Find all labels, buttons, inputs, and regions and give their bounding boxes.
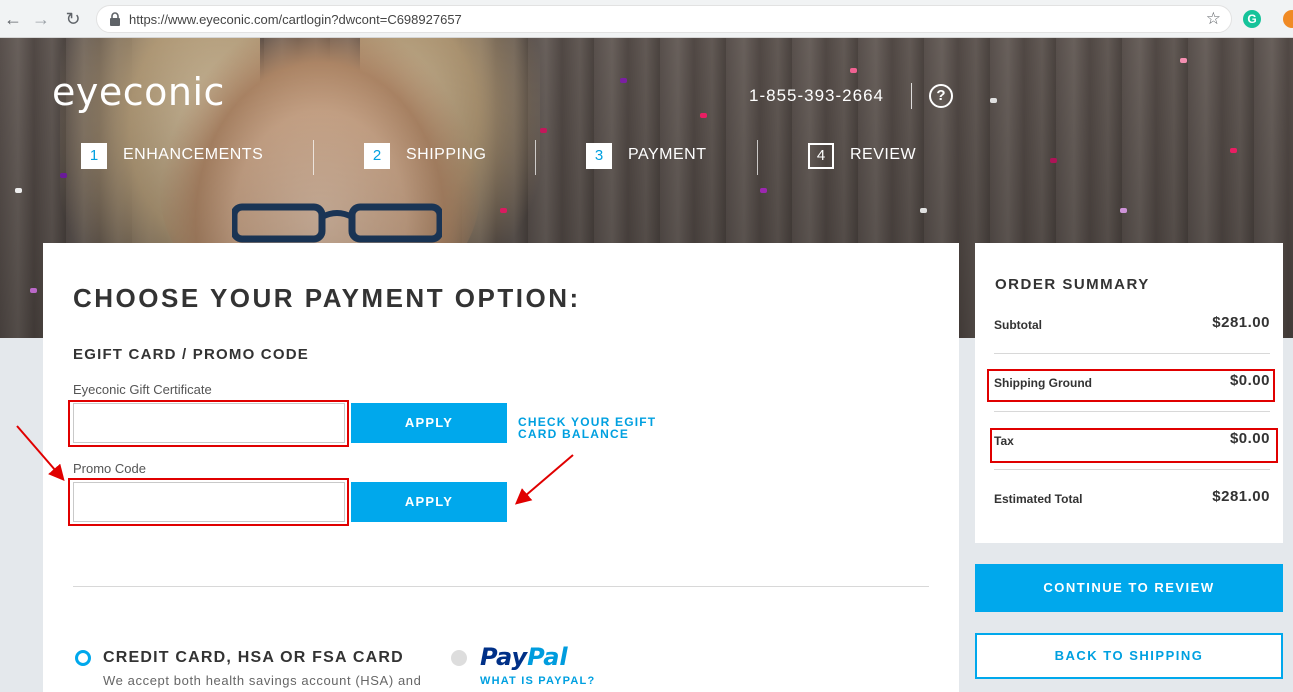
- step-number: 2: [364, 143, 390, 169]
- order-summary: ORDER SUMMARY Subtotal $281.00 Shipping …: [975, 243, 1283, 543]
- back-to-shipping-button[interactable]: BACK TO SHIPPING: [975, 633, 1283, 679]
- payment-panel: CHOOSE YOUR PAYMENT OPTION: EGIFT CARD /…: [43, 243, 959, 692]
- promo-code-label: Promo Code: [73, 461, 146, 476]
- browser-toolbar: ← → ↻ https://www.eyeconic.com/cartlogin…: [0, 0, 1293, 38]
- promo-code-input[interactable]: [73, 482, 345, 522]
- apply-promo-button[interactable]: APPLY: [351, 482, 507, 522]
- credit-card-option-label[interactable]: CREDIT CARD, HSA OR FSA CARD: [103, 649, 404, 667]
- reload-icon[interactable]: ↻: [62, 8, 84, 30]
- arrow-right-icon[interactable]: →: [30, 8, 52, 30]
- page-title: CHOOSE YOUR PAYMENT OPTION:: [73, 283, 581, 313]
- order-summary-title: ORDER SUMMARY: [995, 276, 1150, 293]
- phone-number[interactable]: 1-855-393-2664: [749, 86, 884, 106]
- eyeconic-logo[interactable]: eyeconic: [52, 70, 225, 114]
- paypal-radio[interactable]: [451, 650, 467, 666]
- lock-icon: [110, 12, 120, 26]
- credit-card-radio[interactable]: [75, 650, 91, 666]
- help-icon[interactable]: ?: [929, 84, 953, 108]
- step-number: 3: [586, 143, 612, 169]
- step-label: REVIEW: [850, 146, 917, 163]
- gift-certificate-label: Eyeconic Gift Certificate: [73, 382, 212, 397]
- paypal-logo[interactable]: PayPal: [480, 643, 568, 671]
- check-egift-balance-link[interactable]: CHECK YOUR EGIFT CARD BALANCE: [518, 416, 688, 440]
- step-number: 1: [81, 143, 107, 169]
- step-label: PAYMENT: [628, 146, 707, 163]
- gift-certificate-input[interactable]: [73, 403, 345, 443]
- step-number: 4: [808, 143, 834, 169]
- apply-gift-button[interactable]: APPLY: [351, 403, 507, 443]
- step-label: ENHANCEMENTS: [123, 146, 264, 163]
- grammarly-extension-icon[interactable]: G: [1243, 10, 1261, 28]
- step-label: SHIPPING: [406, 146, 487, 163]
- extension-icon[interactable]: [1283, 10, 1293, 28]
- egift-section-title: EGIFT CARD / PROMO CODE: [73, 346, 309, 363]
- address-bar[interactable]: https://www.eyeconic.com/cartlogin?dwcon…: [96, 5, 1232, 33]
- header-divider: [911, 83, 912, 109]
- continue-to-review-button[interactable]: CONTINUE TO REVIEW: [975, 564, 1283, 612]
- credit-card-description: We accept both health savings account (H…: [103, 673, 422, 688]
- arrow-left-icon[interactable]: ←: [2, 8, 24, 30]
- section-divider: [73, 586, 929, 587]
- bookmark-star-icon[interactable]: ☆: [1206, 9, 1221, 29]
- what-is-paypal-link[interactable]: WHAT IS PAYPAL?: [480, 675, 595, 687]
- url-text: https://www.eyeconic.com/cartlogin?dwcon…: [129, 12, 462, 27]
